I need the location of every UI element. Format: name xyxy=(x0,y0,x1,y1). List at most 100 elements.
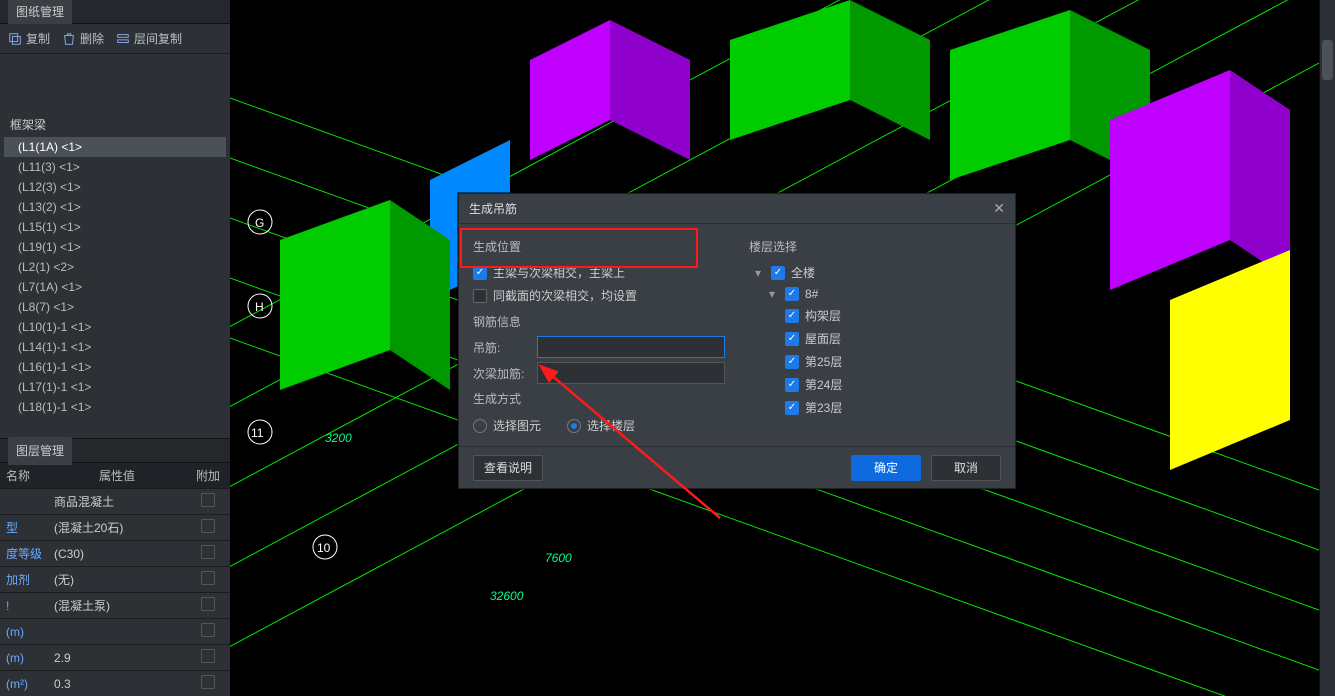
layer-row[interactable]: 商品混凝土 xyxy=(0,488,230,514)
floor-root-checkbox[interactable] xyxy=(771,266,785,280)
axis-label: H xyxy=(255,300,264,314)
frame-beam-item[interactable]: (L15(1) <1> xyxy=(4,217,226,237)
dim-text: 3200 xyxy=(325,431,352,445)
rebar-title: 钢筋信息 xyxy=(473,313,725,330)
frame-beam-item[interactable]: (L14(1)-1 <1> xyxy=(4,337,226,357)
close-icon[interactable]: ✕ xyxy=(993,200,1005,217)
floor-item[interactable]: 屋面层 xyxy=(755,327,1001,350)
gen-pos-opt1-label: 主梁与次梁相交，主梁上 xyxy=(493,264,625,281)
floor-item-checkbox[interactable] xyxy=(785,355,799,369)
layer-row-extra[interactable] xyxy=(186,619,230,644)
layer-row-extra[interactable] xyxy=(186,645,230,670)
delete-icon xyxy=(62,32,76,46)
col-name-header: 名称 xyxy=(0,463,48,488)
dialog-titlebar[interactable]: 生成吊筋 ✕ xyxy=(459,194,1015,224)
cancel-button[interactable]: 取消 xyxy=(931,455,1001,481)
mode-floors[interactable]: 选择楼层 xyxy=(567,417,635,434)
checkbox-icon[interactable] xyxy=(201,675,215,689)
frame-beam-item[interactable]: (L7(1A) <1> xyxy=(4,277,226,297)
checkbox-icon[interactable] xyxy=(201,545,215,559)
layer-row-extra[interactable] xyxy=(186,671,230,696)
checkbox-icon[interactable] xyxy=(201,493,215,507)
layer-row[interactable]: 加剂(无) xyxy=(0,566,230,592)
floor-building-checkbox[interactable] xyxy=(785,287,799,301)
mode2-label: 选择楼层 xyxy=(587,417,635,434)
floor-root[interactable]: ▾ 全楼 xyxy=(755,261,1001,284)
floor-item[interactable]: 第24层 xyxy=(755,373,1001,396)
help-button[interactable]: 查看说明 xyxy=(473,455,543,481)
sub-rebar-input[interactable] xyxy=(537,362,725,384)
drawing-mgmt-tab[interactable]: 图纸管理 xyxy=(8,0,72,26)
copy-icon xyxy=(8,32,22,46)
copy-button[interactable]: 复制 xyxy=(8,30,50,47)
frame-beam-item[interactable]: (L10(1)-1 <1> xyxy=(4,317,226,337)
gen-pos-title: 生成位置 xyxy=(473,238,725,255)
delete-button[interactable]: 删除 xyxy=(62,30,104,47)
floor-item[interactable]: 构架层 xyxy=(755,304,1001,327)
axis-label: 10 xyxy=(317,541,331,555)
checkbox-icon[interactable] xyxy=(201,597,215,611)
layer-row-value: (无) xyxy=(48,567,186,592)
checkbox-icon[interactable] xyxy=(201,519,215,533)
layer-row-name: (m) xyxy=(0,621,48,643)
floor-item-checkbox[interactable] xyxy=(785,332,799,346)
frame-beam-item[interactable]: (L17(1)-1 <1> xyxy=(4,377,226,397)
gen-pos-opt2-checkbox[interactable] xyxy=(473,289,487,303)
floor-item-checkbox[interactable] xyxy=(785,309,799,323)
layer-row-name: (m) xyxy=(0,647,48,669)
floor-item-checkbox[interactable] xyxy=(785,378,799,392)
floor-building[interactable]: ▾ 8# xyxy=(755,284,1001,304)
layer-row-extra[interactable] xyxy=(186,541,230,566)
frame-beam-item[interactable]: (L12(3) <1> xyxy=(4,177,226,197)
dim-text: 32600 xyxy=(490,589,524,603)
layer-row-name: 加剂 xyxy=(0,567,48,592)
layer-row-extra[interactable] xyxy=(186,593,230,618)
viewport-scrollbar[interactable] xyxy=(1319,0,1335,696)
checkbox-icon[interactable] xyxy=(201,571,215,585)
layer-row-extra[interactable] xyxy=(186,489,230,514)
frame-beam-item[interactable]: (L16(1)-1 <1> xyxy=(4,357,226,377)
ok-button[interactable]: 确定 xyxy=(851,455,921,481)
floor-item[interactable]: 第25层 xyxy=(755,350,1001,373)
frame-beam-item[interactable]: (L8(7) <1> xyxy=(4,297,226,317)
copy-label: 复制 xyxy=(26,30,50,47)
layer-mgmt-tab[interactable]: 图层管理 xyxy=(8,437,72,465)
dialog-title-text: 生成吊筋 xyxy=(469,200,517,217)
layer-row-extra[interactable] xyxy=(186,567,230,592)
layer-row[interactable]: !(混凝土泵) xyxy=(0,592,230,618)
layer-row-extra[interactable] xyxy=(186,515,230,540)
floor-select-title: 楼层选择 xyxy=(749,238,1001,255)
scrollbar-thumb[interactable] xyxy=(1322,40,1333,80)
hanger-label: 吊筋: xyxy=(473,339,529,356)
frame-beam-item[interactable]: (L2(1) <2> xyxy=(4,257,226,277)
dialog-right-column: 楼层选择 ▾ 全楼 ▾ 8# 构架层屋面层第25层第24层第23层 xyxy=(749,232,1001,446)
layer-row[interactable]: (m) xyxy=(0,618,230,644)
floor-copy-button[interactable]: 层间复制 xyxy=(116,30,182,47)
layer-row[interactable]: 度等级(C30) xyxy=(0,540,230,566)
floor-item[interactable]: 第23层 xyxy=(755,396,1001,419)
gen-pos-opt1-row[interactable]: 主梁与次梁相交，主梁上 xyxy=(473,261,725,284)
radio-icon xyxy=(567,419,581,433)
dialog-left-column: 生成位置 主梁与次梁相交，主梁上 同截面的次梁相交，均设置 钢筋信息 吊筋: 次… xyxy=(473,232,725,446)
frame-beam-item[interactable]: (L13(2) <1> xyxy=(4,197,226,217)
floor-root-label: 全楼 xyxy=(791,264,815,281)
layer-row[interactable]: (m²)0.3 xyxy=(0,670,230,696)
axis-label: G xyxy=(255,216,264,230)
mode-elements[interactable]: 选择图元 xyxy=(473,417,541,434)
layer-row[interactable]: (m)2.9 xyxy=(0,644,230,670)
checkbox-icon[interactable] xyxy=(201,649,215,663)
layer-row[interactable]: 型(混凝土20石) xyxy=(0,514,230,540)
layer-grid-header: 名称 属性值 附加 xyxy=(0,463,230,488)
frame-beam-item[interactable]: (L18(1)-1 <1> xyxy=(4,397,226,417)
gen-pos-opt1-checkbox[interactable] xyxy=(473,266,487,280)
frame-beam-item[interactable]: (L1(1A) <1> xyxy=(4,137,226,157)
floor-item-checkbox[interactable] xyxy=(785,401,799,415)
frame-beam-item[interactable]: (L11(3) <1> xyxy=(4,157,226,177)
hanger-input[interactable] xyxy=(537,336,725,358)
drawing-mgmt-header: 图纸管理 xyxy=(0,0,230,24)
frame-beam-item[interactable]: (L19(1) <1> xyxy=(4,237,226,257)
col-extra-header: 附加 xyxy=(186,463,230,488)
gen-pos-opt2-row[interactable]: 同截面的次梁相交，均设置 xyxy=(473,284,725,307)
layer-row-name: 型 xyxy=(0,515,48,540)
checkbox-icon[interactable] xyxy=(201,623,215,637)
